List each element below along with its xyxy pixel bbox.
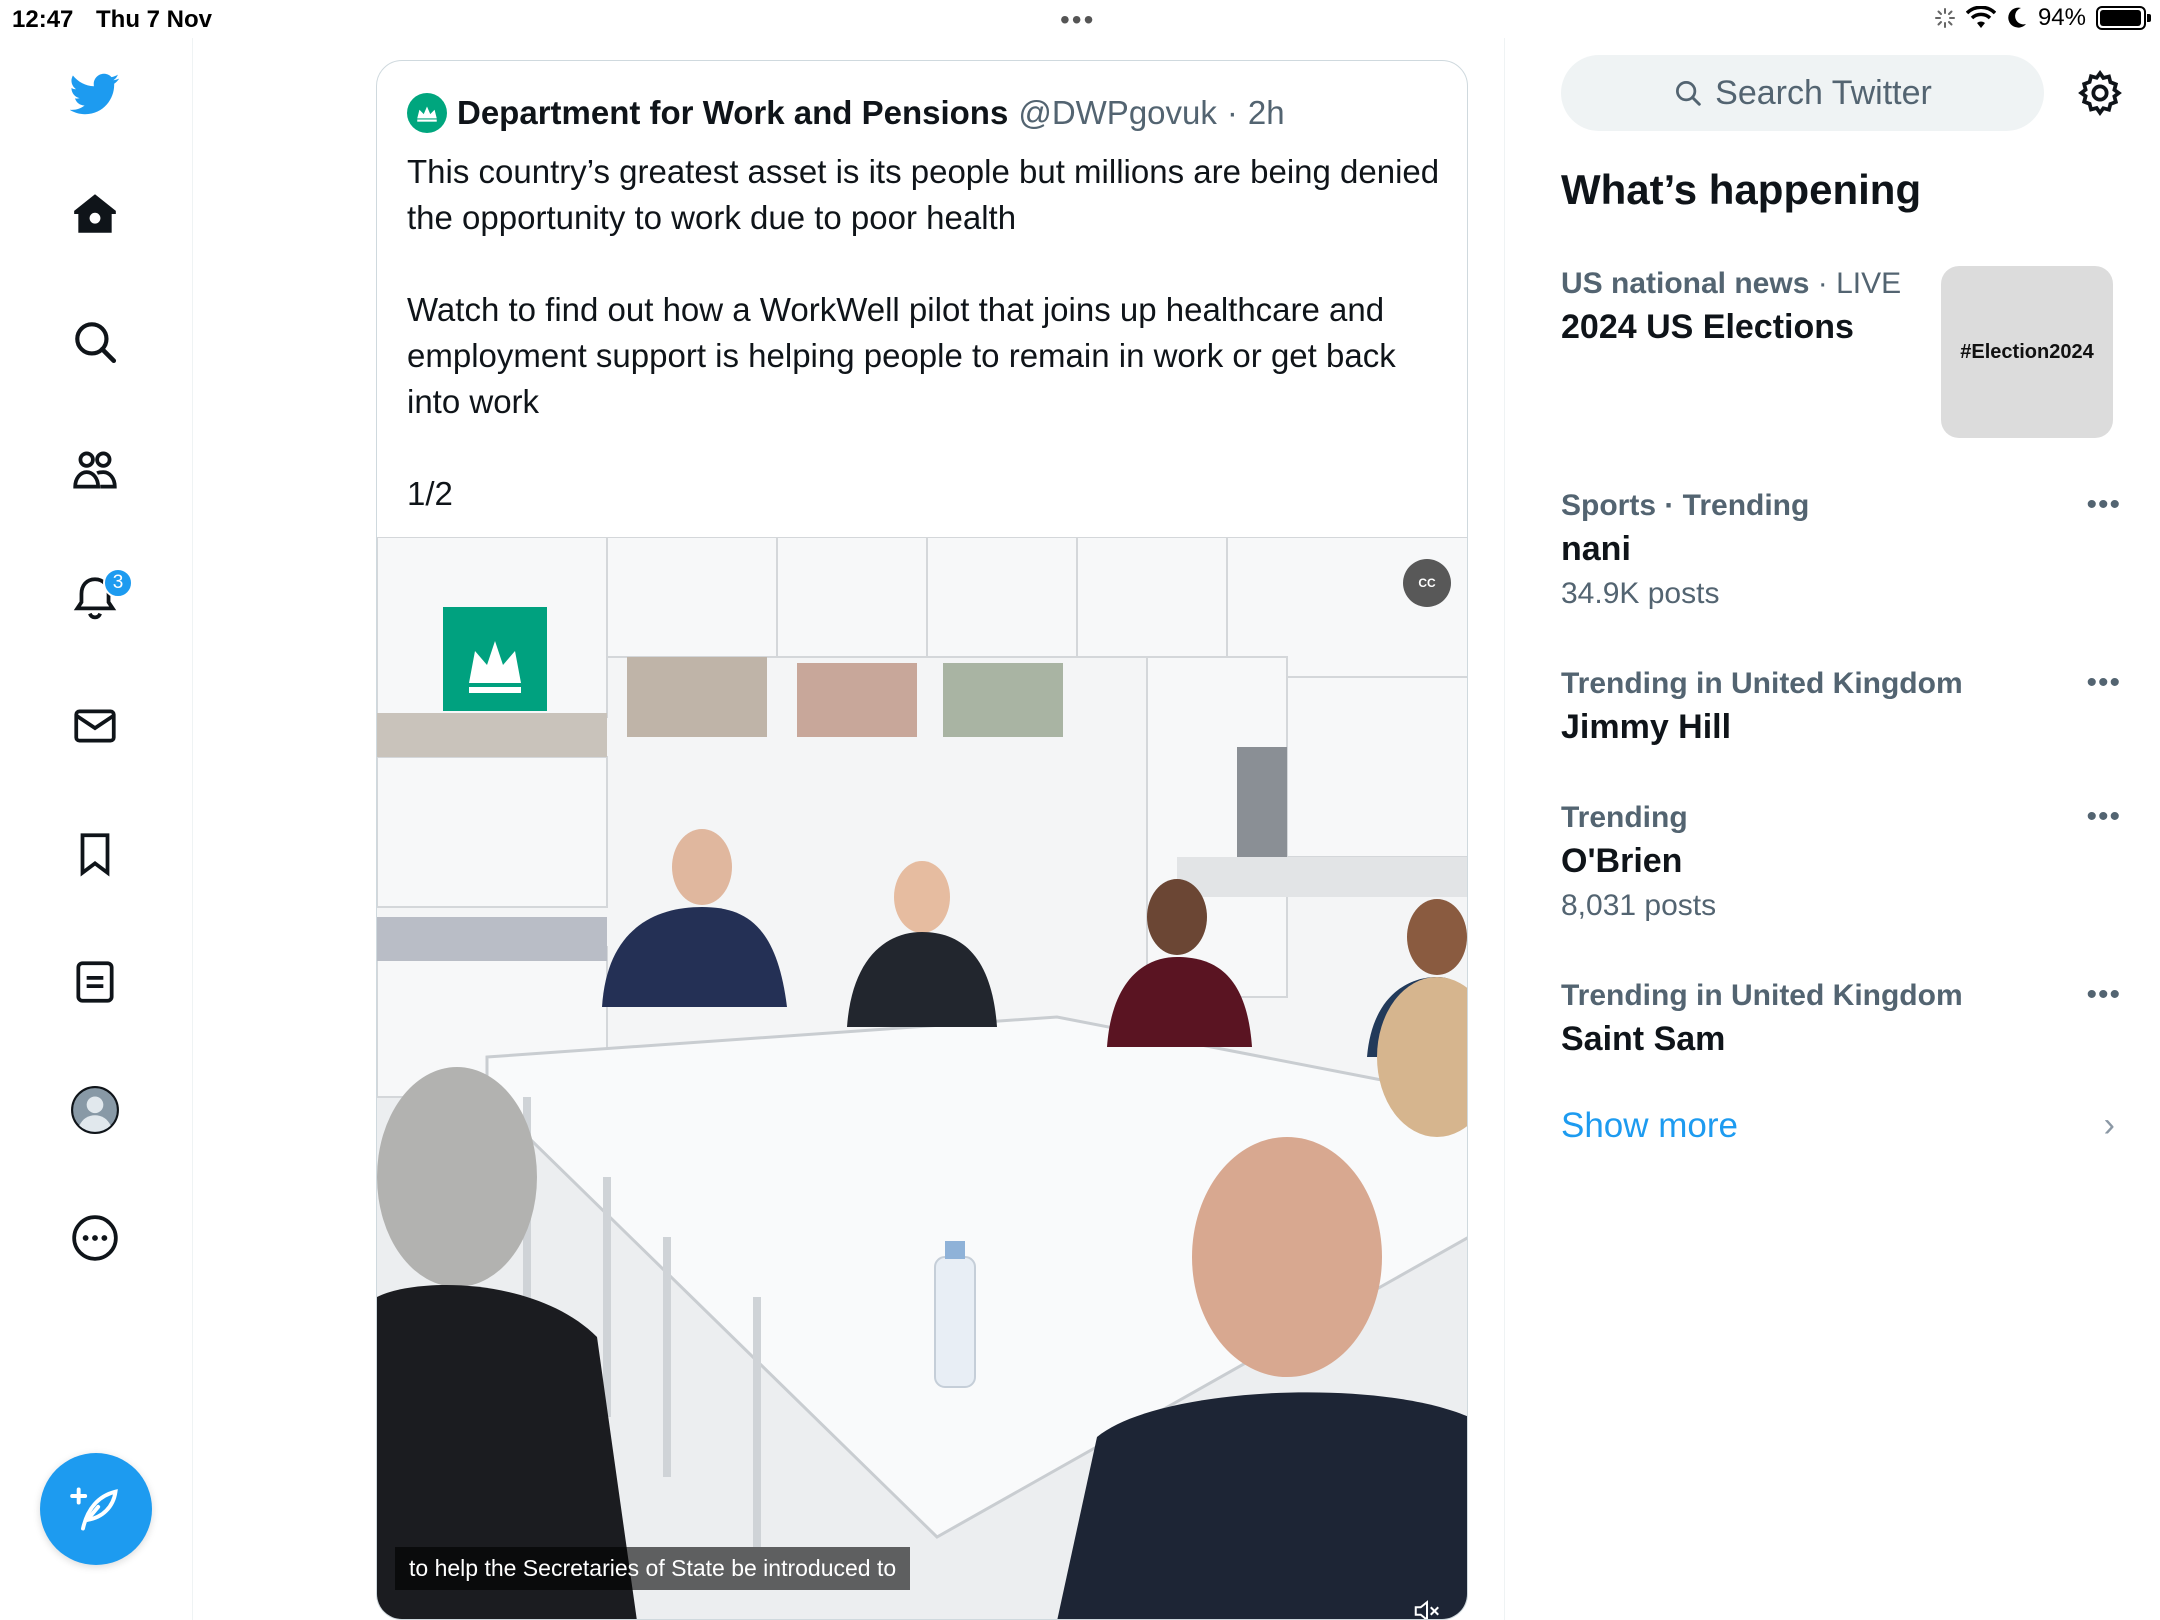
dot-separator: · [1226,94,1238,131]
section-title: What’s happening [1561,166,1922,213]
more-icon[interactable] [65,1208,125,1268]
trend-name: Jimmy Hill [1561,708,1732,746]
notification-badge: 3 [103,568,133,598]
profile-avatar-icon[interactable] [65,1080,125,1140]
chevron-right-icon: › [2103,1106,2115,1144]
video-caption: to help the Secretaries of State be intr… [395,1547,911,1590]
date: Thu 7 Nov [96,6,213,33]
tweet-header: Department for Work and Pensions @DWPgov… [407,91,1285,135]
moon-icon [2008,7,2026,28]
trend-posts: 34.9K posts [1561,577,1720,610]
wifi-icon [1965,6,1996,28]
trend-item[interactable]: Trending in United Kingdom Jimmy Hill ••… [1561,664,2121,750]
author-handle[interactable]: @DWPgovuk [1018,94,1217,132]
home-icon[interactable] [65,184,125,244]
trend-name: O'Brien [1561,842,1683,880]
more-options-icon[interactable]: ••• [2086,978,2121,1012]
battery-icon [2096,6,2151,30]
twitter-bird-icon[interactable] [65,64,125,124]
trend-image-label: #Election2024 [1960,340,2094,363]
tweet-card[interactable]: Department for Work and Pensions @DWPgov… [376,60,1468,1620]
trend-posts: 8,031 posts [1561,889,1717,922]
tweet-paragraph: Watch to find out how a WorkWell pilot t… [407,291,1396,420]
mute-button[interactable] [1403,1587,1451,1619]
trend-image[interactable]: #Election2024 [1941,266,2113,438]
multitask-handle-icon[interactable]: ••• [1060,4,1095,36]
tweet-paragraph: This country’s greatest asset is its peo… [407,153,1440,236]
trend-item[interactable]: Sports · Trending nani 34.9K posts ••• [1561,486,2121,616]
status-bar: 12:47 Thu 7 Nov ••• 94% [0,0,2160,38]
video-frame [377,537,1467,1619]
more-options-icon[interactable]: ••• [2086,488,2121,522]
trend-category: Trending in United Kingdom [1561,979,1963,1012]
battery-percent: 94% [2037,4,2086,31]
trend-separator: · [1809,267,1837,300]
trend-name: Saint Sam [1561,1020,1726,1058]
speaker-muted-icon [1414,1600,1439,1619]
communities-icon[interactable] [65,440,125,500]
trend-name: nani [1561,530,1631,568]
gear-icon[interactable] [2075,68,2125,118]
more-options-icon[interactable]: ••• [2086,800,2121,834]
author-name[interactable]: Department for Work and Pensions [457,94,1008,132]
clock: 12:47 [12,6,74,33]
thread-count: 1/2 [407,475,453,512]
trend-category: Trending [1561,801,1688,834]
more-options-icon[interactable]: ••• [2086,666,2121,700]
trend-category: US national news [1561,267,1810,300]
search-input[interactable]: Search Twitter [1561,55,2044,131]
show-more-label: Show more [1561,1106,1739,1145]
show-more-link[interactable]: Show more › [1561,1106,2121,1146]
compose-button[interactable] [40,1453,152,1565]
status-indicators: 94% [1934,4,2151,32]
search-placeholder: Search Twitter [1715,73,1932,112]
search-icon [1676,81,1701,106]
compose-icon [70,1487,118,1531]
video-player[interactable]: CC to help the Secretaries of State be i… [377,537,1467,1619]
trend-item[interactable]: Trending in United Kingdom Saint Sam ••• [1561,976,2121,1062]
search-icon[interactable] [65,312,125,372]
author-avatar[interactable] [407,93,447,133]
trend-category: Trending in United Kingdom [1561,667,1963,700]
bookmark-icon[interactable] [65,824,125,884]
mail-icon[interactable] [65,696,125,756]
right-sidebar: Search Twitter What’s happening US natio… [1504,38,2160,1620]
bell-icon[interactable]: 3 [65,568,133,628]
trend-item[interactable]: Trending O'Brien 8,031 posts ••• [1561,798,2121,928]
loading-icon [1934,8,1955,28]
tweet-time[interactable]: 2h [1248,94,1285,132]
crown-icon [417,106,437,122]
trend-status: LIVE [1836,267,1902,300]
sidebar-nav: 3 [0,38,193,1620]
trend-category: Sports · Trending [1561,489,1810,522]
lists-icon[interactable] [65,952,125,1012]
tweet-text: This country’s greatest asset is its peo… [407,149,1447,517]
closed-captions-button[interactable]: CC [1403,559,1451,607]
